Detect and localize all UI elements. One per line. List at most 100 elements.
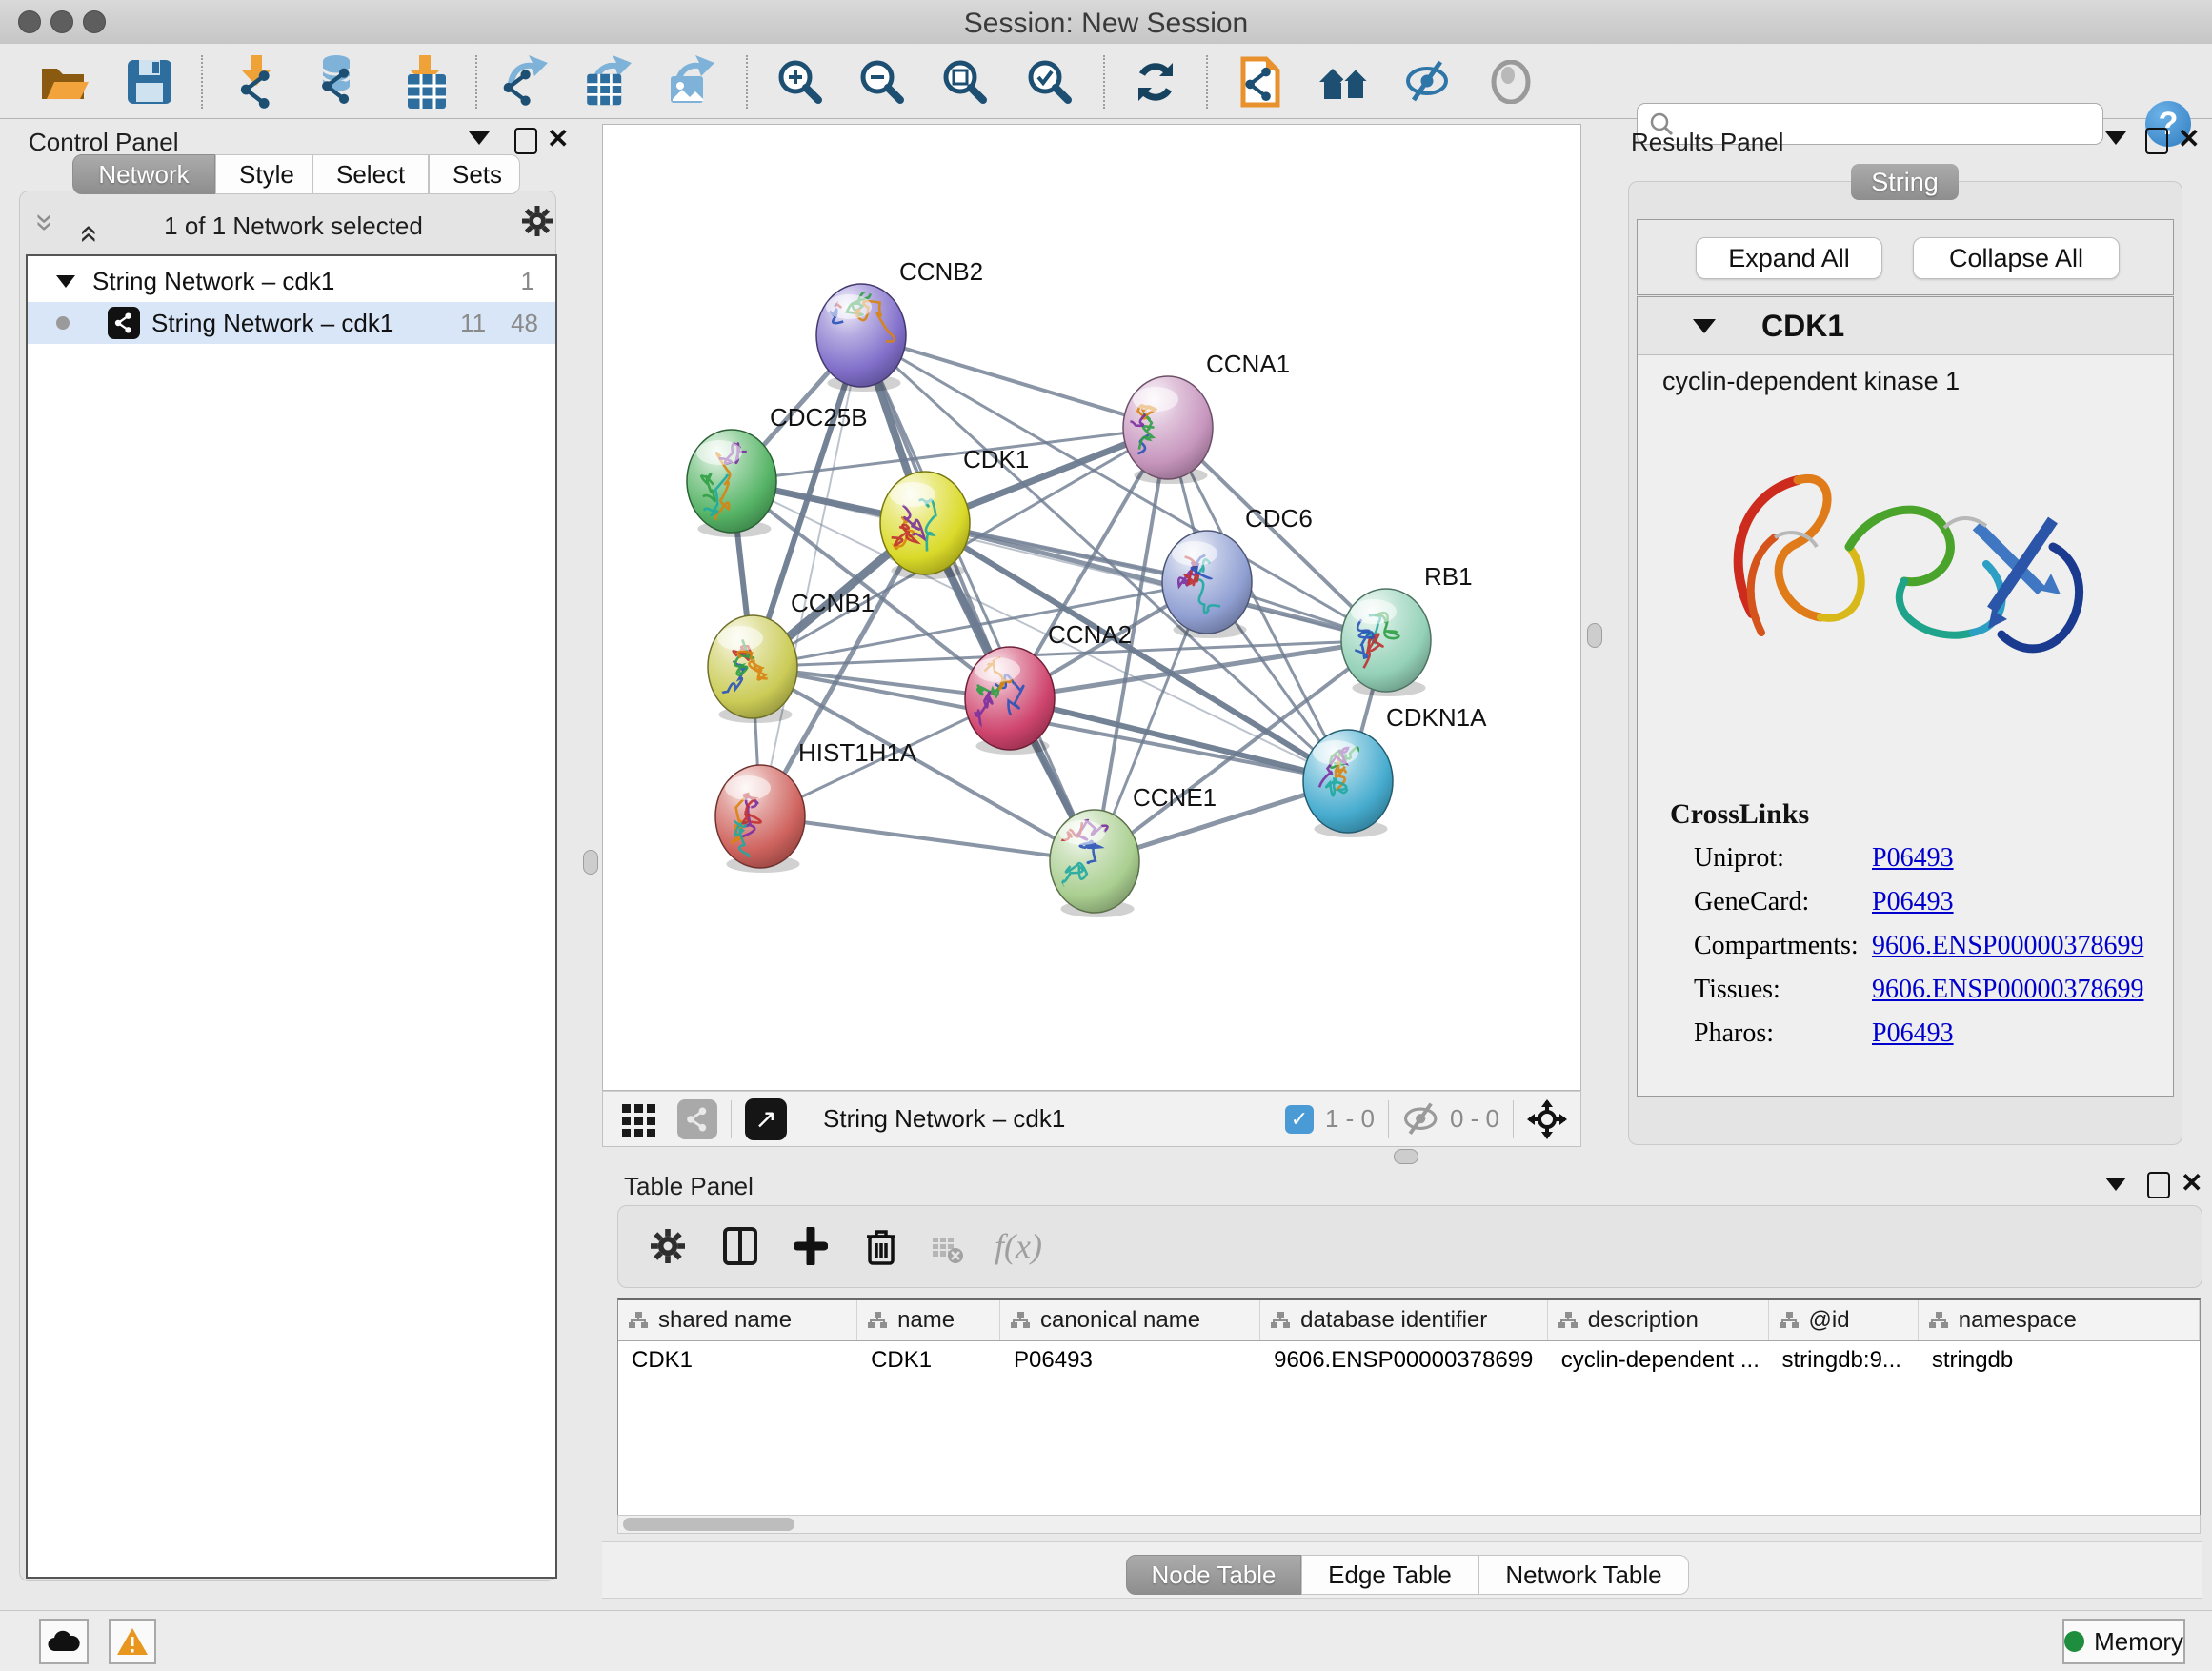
network-row-selected[interactable]: String Network – cdk1 11 48: [28, 302, 555, 344]
export-image-button[interactable]: [663, 57, 716, 107]
control-panel-menu-button[interactable]: [469, 131, 490, 145]
results-panel-close-button[interactable]: ✕: [2178, 128, 2200, 151]
column-header-id[interactable]: @id: [1769, 1300, 1919, 1340]
gear-icon: [651, 1229, 685, 1263]
table-panel-menu-button[interactable]: [2105, 1178, 2126, 1191]
warning-status-button[interactable]: [109, 1619, 156, 1664]
sphere-highlight: [1133, 387, 1178, 412]
network-panel-gear-button[interactable]: [522, 206, 553, 236]
tab-string[interactable]: String: [1851, 164, 1959, 200]
function-builder-button[interactable]: f(x): [992, 1219, 1045, 1273]
delete-column-button[interactable]: [855, 1219, 908, 1273]
create-column-button[interactable]: [784, 1219, 837, 1273]
collapse-all-button[interactable]: Collapse All: [1913, 237, 2120, 279]
toolbar-separator: [475, 55, 477, 109]
column-header-namespace[interactable]: namespace: [1919, 1300, 2200, 1340]
expand-all-networks-icon[interactable]: »: [69, 225, 106, 243]
export-table-button[interactable]: [580, 57, 633, 107]
memory-status-button[interactable]: Memory: [2062, 1619, 2185, 1664]
column-type-icon: [1928, 1311, 1949, 1330]
network-edge[interactable]: [760, 816, 1095, 861]
right-splitter-handle[interactable]: [1587, 623, 1602, 648]
table-horizontal-scrollbar[interactable]: [617, 1515, 2201, 1534]
network-canvas[interactable]: CCNB2CCNA1CDC25BCDK1CDC6RB1CCNB1CCNA2CDK…: [602, 124, 1581, 1091]
show-columns-button[interactable]: [714, 1219, 767, 1273]
column-header-databaseidentifier[interactable]: database identifier: [1260, 1300, 1548, 1340]
control-panel-close-button[interactable]: ✕: [547, 128, 569, 151]
network-edge[interactable]: [861, 335, 1095, 861]
birds-eye-view-button[interactable]: [620, 1100, 658, 1138]
table-panel-close-button[interactable]: ✕: [2181, 1172, 2202, 1195]
network-collection-label: String Network – cdk1: [92, 267, 334, 296]
tab-network-table[interactable]: Network Table: [1478, 1555, 1689, 1595]
network-node[interactable]: [1121, 376, 1213, 487]
save-session-button[interactable]: [123, 57, 176, 107]
detach-view-button[interactable]: ↗: [745, 1098, 787, 1140]
control-panel-title: Control Panel: [29, 128, 179, 157]
left-splitter-handle[interactable]: [583, 850, 598, 875]
network-overview-toggle[interactable]: [677, 1099, 717, 1139]
home-button[interactable]: [1317, 57, 1371, 107]
refresh-button[interactable]: [1129, 57, 1182, 107]
column-header-name[interactable]: name: [857, 1300, 1000, 1340]
network-node[interactable]: [1303, 730, 1393, 837]
network-edge[interactable]: [861, 335, 1168, 428]
tab-sets[interactable]: Sets: [429, 154, 520, 194]
tab-edge-table[interactable]: Edge Table: [1301, 1555, 1478, 1595]
collapse-all-networks-icon[interactable]: »: [27, 213, 64, 232]
zoom-selected-button[interactable]: [1023, 57, 1076, 107]
column-header-sharedname[interactable]: shared name: [618, 1300, 857, 1340]
tree-expander-icon[interactable]: [56, 275, 75, 288]
selected-checkbox-icon[interactable]: ✓: [1285, 1105, 1314, 1134]
tab-network[interactable]: Network: [72, 154, 215, 194]
show-all-button[interactable]: [1484, 57, 1538, 107]
sphere-highlight: [696, 440, 742, 465]
tab-select[interactable]: Select: [312, 154, 429, 194]
crosslink-link[interactable]: P06493: [1872, 887, 1954, 917]
column-header-description[interactable]: description: [1548, 1300, 1769, 1340]
crosslink-link[interactable]: P06493: [1872, 843, 1954, 874]
zoom-in-button[interactable]: [774, 57, 827, 107]
network-node[interactable]: [1050, 810, 1139, 917]
open-file-button[interactable]: [38, 57, 91, 107]
toolbar-separator: [1206, 55, 1208, 109]
hidden-eye-icon: [1402, 1102, 1440, 1137]
import-table-button[interactable]: [398, 57, 452, 107]
results-panel-float-button[interactable]: [2145, 128, 2168, 154]
network-node[interactable]: [687, 430, 776, 537]
results-panel-menu-button[interactable]: [2105, 131, 2126, 145]
eye-gray-icon: [1489, 60, 1533, 104]
control-panel-float-button[interactable]: [514, 128, 537, 154]
zoom-out-button[interactable]: [855, 57, 909, 107]
scrollbar-thumb[interactable]: [623, 1518, 794, 1531]
table-settings-button[interactable]: [641, 1219, 694, 1273]
column-header-canonicalname[interactable]: canonical name: [1000, 1300, 1260, 1340]
new-network-from-file-button[interactable]: [1234, 57, 1287, 107]
pan-crosshair-icon[interactable]: [1527, 1099, 1567, 1139]
crosslink-link[interactable]: P06493: [1872, 1018, 1954, 1049]
trash-icon: [865, 1227, 897, 1265]
export-network-button[interactable]: [496, 57, 550, 107]
table-header-row: shared namenamecanonical namedatabase id…: [618, 1300, 2200, 1341]
network-status-dot: [56, 316, 70, 330]
crosslink-link[interactable]: 9606.ENSP00000378699: [1872, 931, 2143, 961]
import-network-from-database-button[interactable]: [312, 57, 365, 107]
network-collection-row[interactable]: String Network – cdk1 1: [28, 260, 555, 302]
zoom-fit-button[interactable]: [938, 57, 992, 107]
import-network-from-file-button[interactable]: [231, 57, 285, 107]
expand-all-button[interactable]: Expand All: [1696, 237, 1882, 279]
external-arrow-icon: ↗: [754, 1103, 776, 1135]
section-collapse-icon[interactable]: [1693, 319, 1716, 333]
cloud-status-button[interactable]: [39, 1619, 89, 1664]
network-node[interactable]: [715, 765, 805, 873]
gene-section-header[interactable]: CDK1: [1638, 297, 2173, 355]
table-row[interactable]: CDK1CDK1P064939606.ENSP00000378699cyclin…: [618, 1341, 2200, 1379]
tab-node-table[interactable]: Node Table: [1126, 1555, 1301, 1595]
delete-table-button[interactable]: [921, 1223, 975, 1277]
table-panel-float-button[interactable]: [2147, 1172, 2170, 1198]
hide-selected-button[interactable]: [1401, 57, 1455, 107]
tab-style[interactable]: Style: [215, 154, 312, 194]
network-node[interactable]: [816, 284, 906, 392]
crosslink-link[interactable]: 9606.ENSP00000378699: [1872, 975, 2143, 1005]
network-node[interactable]: [1341, 589, 1431, 696]
